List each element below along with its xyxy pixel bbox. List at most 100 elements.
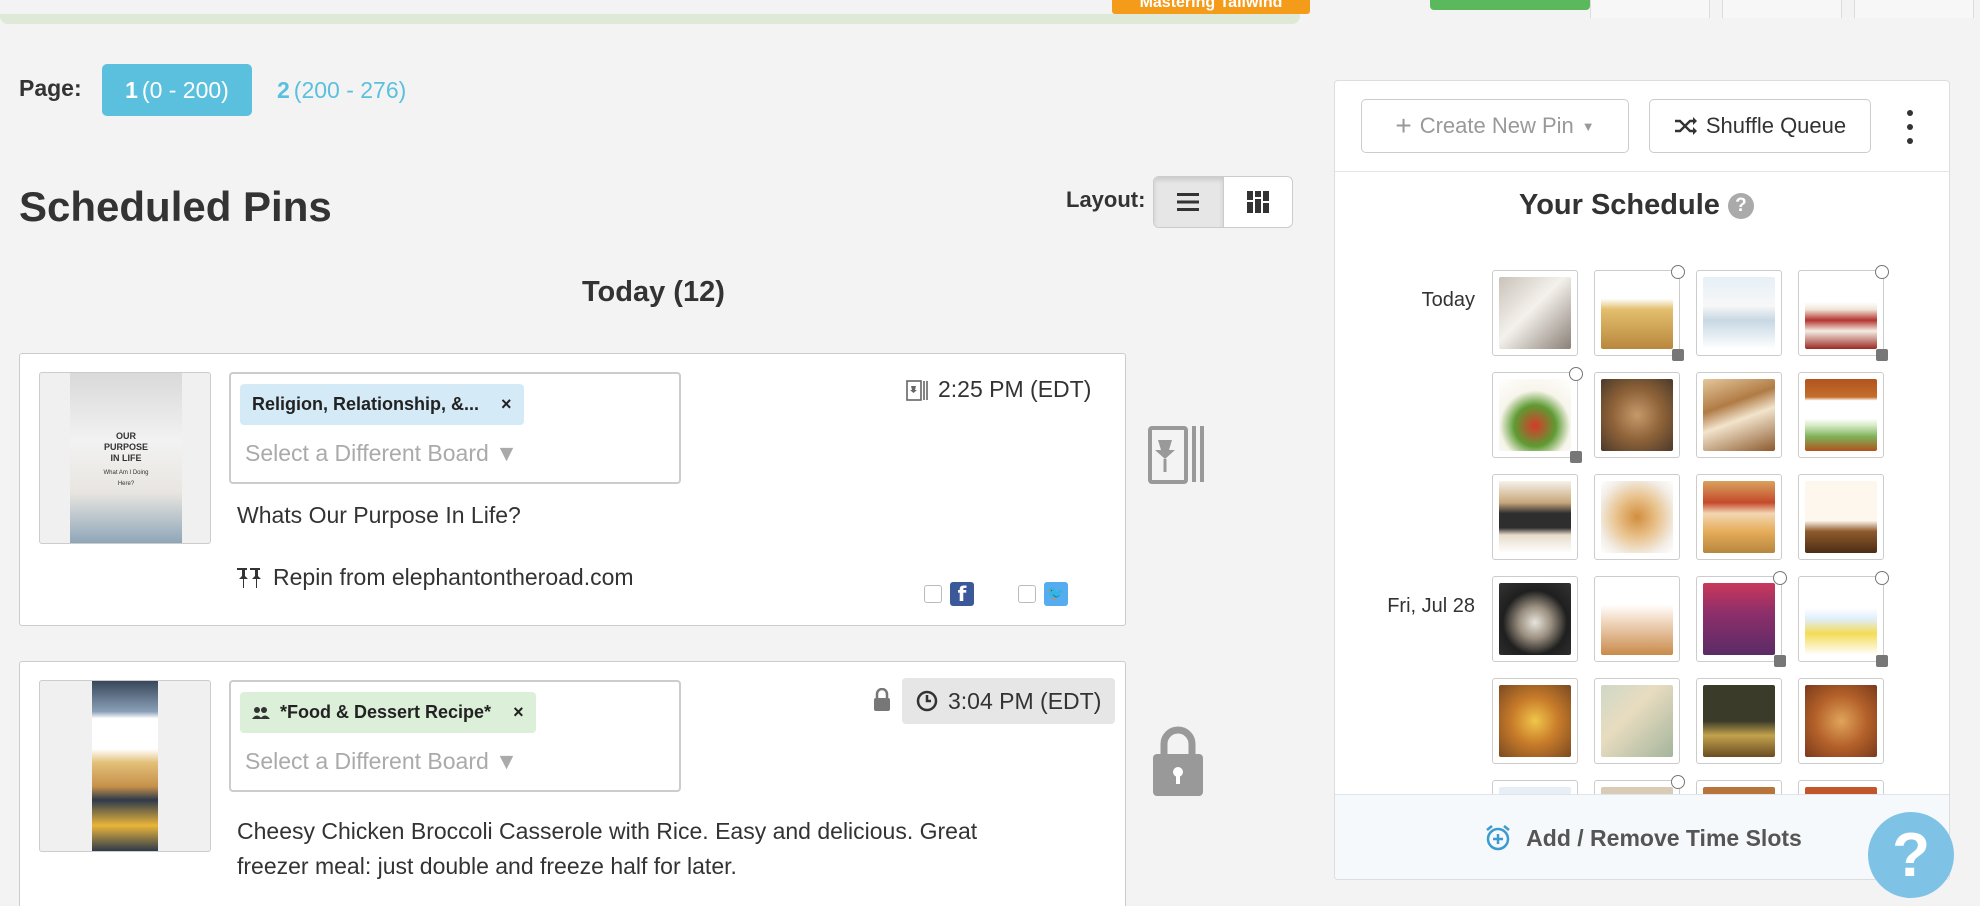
list-layout-button[interactable]	[1154, 177, 1224, 227]
pin-thumb	[1601, 685, 1673, 757]
facebook-icon: f	[950, 582, 974, 606]
pin-time[interactable]: 2:25 PM (EDT)	[906, 376, 1091, 403]
pin-thumbnail[interactable]: OUR PURPOSE IN LIFE What Am I Doing Here…	[39, 372, 211, 544]
board-select-dropdown[interactable]: Select a Different Board ▼	[245, 440, 518, 467]
pin-time[interactable]: 3:04 PM (EDT)	[902, 678, 1116, 724]
page-title: Scheduled Pins	[19, 183, 332, 230]
grid-layout-button[interactable]	[1224, 177, 1293, 227]
pin-thumb	[1805, 685, 1877, 757]
pin-description[interactable]: Cheesy Chicken Broccoli Casserole with R…	[237, 814, 977, 884]
add-remove-time-slots-label: Add / Remove Time Slots	[1526, 824, 1802, 851]
divider	[1335, 171, 1949, 172]
page-number: 2	[277, 76, 290, 103]
pin-source-text: Repin from elephantontheroad.com	[273, 564, 634, 590]
schedule-slot[interactable]	[1492, 576, 1578, 662]
shuffle-queue-button[interactable]: Shuffle Queue	[1649, 99, 1871, 153]
more-options-icon[interactable]	[1898, 106, 1922, 148]
create-new-pin-button[interactable]: + Create New Pin ▼	[1361, 99, 1629, 153]
page-range: (0 - 200)	[141, 76, 229, 103]
twitter-icon: 🐦	[1044, 582, 1068, 606]
schedule-slot[interactable]	[1594, 372, 1680, 458]
top-green-button[interactable]	[1430, 0, 1590, 10]
twitter-share: 🐦	[1018, 582, 1068, 606]
schedule-slot[interactable]	[1492, 367, 1583, 463]
board-selector: Religion, Relationship, &... × Select a …	[229, 372, 681, 484]
pin-thumb	[1703, 277, 1775, 349]
pin-source: Repin from elephantontheroad.com	[235, 564, 634, 591]
pin-thumb	[1805, 481, 1877, 553]
schedule-slot[interactable]	[1798, 372, 1884, 458]
pin-image	[92, 681, 158, 851]
pin-card: *Food & Dessert Recipe* × Select a Diffe…	[19, 661, 1126, 906]
shuffle-icon	[1674, 117, 1697, 135]
pin-thumb	[1499, 277, 1571, 349]
schedule-slot[interactable]	[1798, 678, 1884, 764]
schedule-slot[interactable]	[1492, 270, 1578, 356]
remove-board-button[interactable]: ×	[501, 394, 512, 415]
pin-thumb	[1703, 583, 1775, 655]
board-name: *Food & Dessert Recipe*	[280, 702, 492, 722]
help-icon[interactable]: ?	[1727, 192, 1754, 219]
thumb-text: IN LIFE	[110, 453, 142, 463]
top-tab[interactable]	[1854, 0, 1974, 18]
lock-icon[interactable]	[872, 688, 892, 712]
clock-icon	[1671, 265, 1685, 279]
facebook-share: f	[924, 582, 974, 606]
facebook-checkbox[interactable]	[924, 585, 942, 603]
clock-icon	[1773, 571, 1787, 585]
schedule-slot[interactable]	[1492, 678, 1578, 764]
pin-thumb	[1703, 481, 1775, 553]
alarm-clock-icon	[1486, 825, 1510, 851]
twitter-checkbox[interactable]	[1018, 585, 1036, 603]
page-number: 1	[125, 76, 138, 103]
pin-thumb	[1805, 277, 1877, 349]
board-tag: Religion, Relationship, &... ×	[240, 384, 524, 425]
pin-thumb	[1601, 583, 1673, 655]
clock-icon	[1875, 571, 1889, 585]
top-tab[interactable]	[1722, 0, 1842, 18]
repin-icon	[237, 567, 261, 588]
pin-card: OUR PURPOSE IN LIFE What Am I Doing Here…	[19, 353, 1126, 626]
badge-mastering-tailwind[interactable]: Mastering Tailwind	[1112, 0, 1310, 14]
board-select-dropdown[interactable]: Select a Different Board ▼	[245, 748, 518, 775]
add-remove-time-slots-button[interactable]: Add / Remove Time Slots	[1335, 794, 1949, 879]
schedule-slot[interactable]	[1594, 265, 1685, 361]
schedule-slot[interactable]	[1798, 474, 1884, 560]
page-2-link[interactable]: 2 (200 - 276)	[277, 64, 406, 116]
schedule-slot[interactable]	[1696, 571, 1787, 667]
board-name: Religion, Relationship, &...	[252, 394, 480, 414]
layout-label: Layout:	[1066, 187, 1146, 212]
schedule-slot[interactable]	[1594, 678, 1680, 764]
queue-icon	[906, 379, 928, 401]
progress-strip	[0, 14, 1300, 24]
page-range: (200 - 276)	[293, 76, 407, 103]
page-1-button[interactable]: 1 (0 - 200)	[102, 64, 252, 116]
clock-icon	[1875, 265, 1889, 279]
lock-icon	[1570, 451, 1582, 463]
pin-time-text: 3:04 PM (EDT)	[948, 687, 1102, 714]
thumb-text: PURPOSE	[103, 442, 148, 452]
schedule-row-label: Today	[1421, 289, 1475, 311]
queue-side-icon[interactable]	[1146, 420, 1208, 488]
pin-description[interactable]: Whats Our Purpose In Life?	[237, 498, 521, 533]
list-icon	[1177, 193, 1200, 211]
schedule-slot[interactable]	[1798, 571, 1889, 667]
help-fab-button[interactable]: ?	[1868, 812, 1954, 898]
layout-toggle	[1153, 176, 1293, 228]
pin-thumb	[1499, 583, 1571, 655]
pin-thumb	[1601, 481, 1673, 553]
pin-thumbnail[interactable]	[39, 680, 211, 852]
schedule-slot[interactable]	[1696, 372, 1782, 458]
pin-thumb	[1499, 685, 1571, 757]
top-tab[interactable]	[1590, 0, 1710, 18]
schedule-slot[interactable]	[1696, 474, 1782, 560]
schedule-slot[interactable]	[1594, 576, 1680, 662]
page-label: Page:	[19, 75, 82, 101]
remove-board-button[interactable]: ×	[513, 702, 524, 723]
schedule-slot[interactable]	[1696, 678, 1782, 764]
schedule-slot[interactable]	[1594, 474, 1680, 560]
schedule-slot[interactable]	[1696, 270, 1782, 356]
lock-side-icon[interactable]	[1150, 724, 1206, 798]
schedule-slot[interactable]	[1492, 474, 1578, 560]
schedule-slot[interactable]	[1798, 265, 1889, 361]
